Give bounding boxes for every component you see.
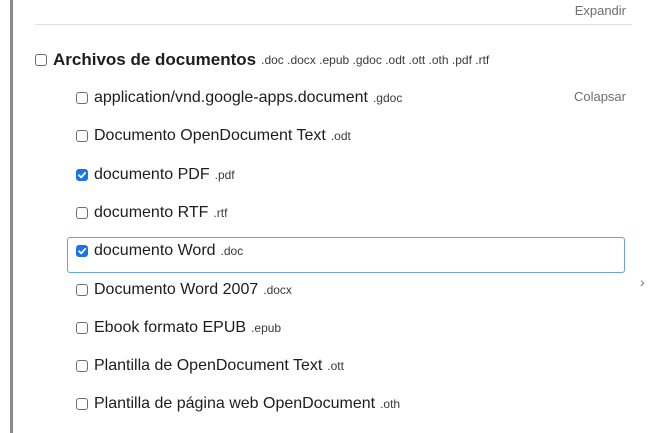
item-extension: .odt [330,129,351,143]
list-item[interactable]: documento RTF .rtf [76,201,227,225]
checkbox[interactable] [76,207,88,219]
item-label: documento PDF [94,166,210,183]
checkbox[interactable] [76,322,88,334]
item-label: Ebook formato EPUB [94,319,247,336]
list-item[interactable]: Documento OpenDocument Text .odt [76,124,351,148]
list-item[interactable]: documento PDF .pdf [76,163,235,187]
group-checkbox[interactable] [35,54,47,66]
chevron-right-icon: › [640,274,645,290]
left-border [10,0,13,433]
item-label: application/vnd.google-apps.document [94,89,368,106]
item-extension: .docx [263,283,292,297]
item-label: Documento OpenDocument Text [94,127,326,144]
checkbox[interactable] [76,130,88,142]
file-type-filter-panel: › Expandir Archivos de documentos .doc .… [0,0,648,433]
checkbox-checked[interactable] [76,169,88,181]
item-extension: .rtf [213,206,228,220]
list-item[interactable]: Plantilla de página web OpenDocument .oth [76,392,400,416]
item-extension: .gdoc [372,91,403,105]
list-item[interactable]: Plantilla de OpenDocument Text .ott [76,354,344,378]
checkbox[interactable] [76,360,88,372]
item-extension: .oth [380,397,401,411]
checkbox[interactable] [76,92,88,104]
list-item[interactable]: Documento Word 2007 .docx [76,278,292,302]
item-label: documento RTF [94,204,209,221]
collapse-link[interactable]: Colapsar [574,89,626,104]
checkmark-icon [78,171,87,179]
checkbox-checked[interactable] [76,245,88,257]
item-extension: .doc [220,244,244,258]
expand-link[interactable]: Expandir [575,3,626,18]
item-label: Documento Word 2007 [94,281,259,298]
checkbox[interactable] [76,398,88,410]
item-extension: .epub [251,321,282,335]
item-label: Plantilla de OpenDocument Text [94,357,323,374]
group-label: Archivos de documentos [53,50,257,69]
divider [35,24,632,25]
item-extension: .ott [327,359,344,373]
checkmark-icon [78,247,87,255]
list-item[interactable]: documento Word .doc [76,239,243,263]
item-label: Plantilla de página web OpenDocument [94,395,376,412]
list-item[interactable]: application/vnd.google-apps.document .gdo… [76,86,402,110]
item-extension: .pdf [214,168,235,182]
item-label: documento Word [94,242,216,259]
list-item[interactable]: Ebook formato EPUB .epub [76,316,281,340]
checkbox[interactable] [76,284,88,296]
group-row-document-files[interactable]: Archivos de documentos .doc .docx .epub … [35,48,489,72]
group-extensions: .doc .docx .epub .gdoc .odt .ott .oth .p… [261,53,490,67]
